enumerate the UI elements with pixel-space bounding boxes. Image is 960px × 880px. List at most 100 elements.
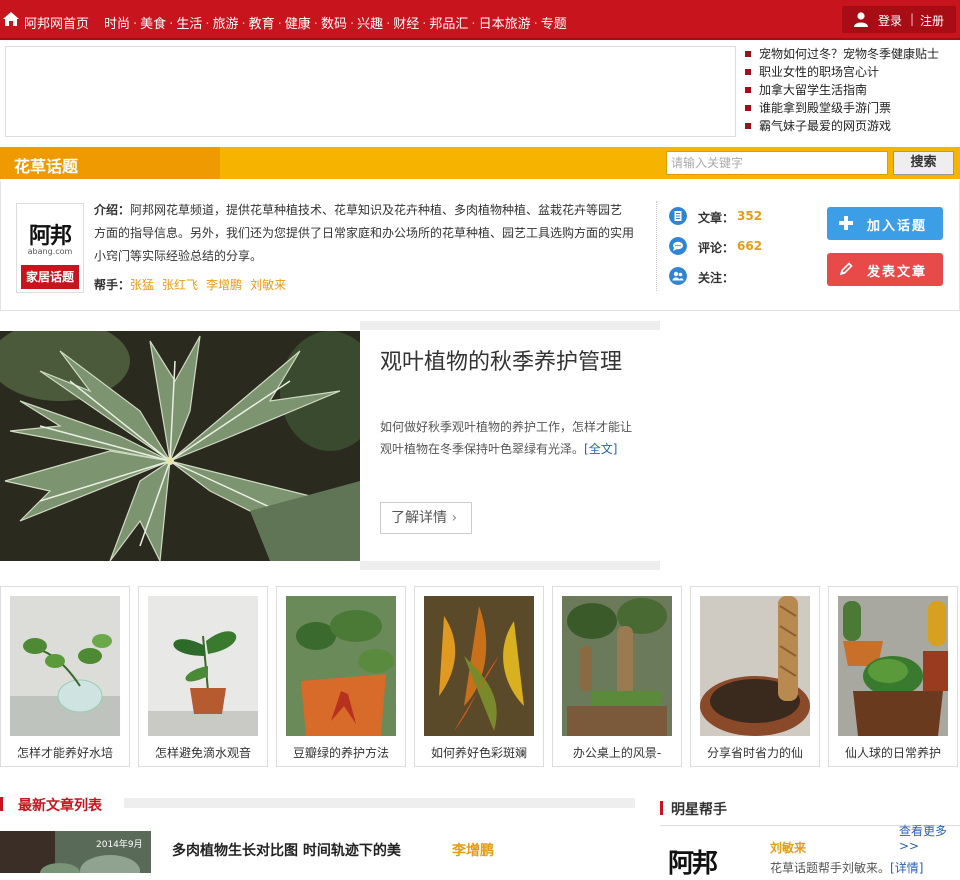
headline-link[interactable]: 宠物如何过冬？宠物冬季健康贴士 [759, 47, 939, 61]
account-box: 登录 | 注册 [842, 6, 956, 33]
nav-separator: · [133, 17, 138, 32]
nav-separator: · [313, 17, 318, 32]
logo-domain: abang.com [27, 247, 73, 256]
nav-separator: · [471, 17, 476, 32]
comment-icon [669, 237, 687, 255]
nav-item[interactable]: 生活 [176, 17, 202, 32]
intro-label: 介绍： [94, 203, 131, 217]
thumbnail-image [700, 596, 810, 736]
headline-list: 宠物如何过冬？宠物冬季健康贴士 职业女性的职场宫心计 加拿大留学生活指南谁能拿到殿堂… [745, 45, 957, 135]
headline-item[interactable]: 谁能拿到殿堂级手游门票 [745, 99, 957, 117]
leaf-illustration [0, 331, 360, 561]
headline-item[interactable]: 宠物如何过冬？宠物冬季健康贴士 [745, 45, 957, 63]
helper-avatar-logo[interactable]: 阿邦 [668, 843, 718, 880]
full-text-link[interactable]: [全文] [584, 442, 617, 456]
thumbnail-card[interactable]: 豆瓣绿的养护方法 [276, 586, 406, 767]
star-helpers-header: 明星帮手 [660, 798, 960, 820]
helpers-list: 帮手：张猛 张红飞 李增鹏 刘敏来 [94, 276, 286, 293]
topic-logo: 阿邦 abang.com 家居话题 [16, 203, 84, 293]
stat-follow-label: 关注： [698, 271, 735, 285]
post-article-button[interactable]: 发表文章 [827, 253, 943, 286]
headline-link[interactable]: 谁能拿到殿堂级手游门票 [759, 101, 891, 115]
headline-link[interactable]: 职业女性的职场宫心计 [759, 65, 879, 79]
square-bullet-icon [745, 87, 751, 93]
intro-body: 阿邦网花草频道，提供花草种植技术、花草知识及花卉种植、多肉植物种植、盆栽花卉等园… [94, 203, 635, 263]
helper-link[interactable]: 张猛 [130, 278, 154, 292]
headline-item[interactable]: 加拿大留学生活指南 [745, 81, 957, 99]
thumbnail-image [562, 596, 672, 736]
thumbnail-caption: 豆瓣绿的养护方法 [292, 746, 389, 760]
thumbnail-caption: 如何养好色彩斑斓 [430, 746, 527, 760]
nav-item[interactable]: 健康 [285, 17, 311, 32]
nav-item[interactable]: 时尚 [104, 17, 130, 32]
logo-text: 阿邦 [28, 224, 72, 249]
thumbnail-card[interactable]: 怎样才能养好水培 [0, 586, 130, 767]
helper-description: 花草话题帮手刘敏来。[详情] [770, 859, 923, 876]
learn-more-button[interactable]: 了解详情 › [380, 502, 472, 534]
helper-name-link[interactable]: 刘敏来 [770, 839, 806, 856]
article-thumbnail[interactable]: 2014年9月 [0, 831, 151, 873]
nav-separator: · [533, 17, 538, 32]
stat-comments-value: 662 [737, 239, 763, 253]
login-link[interactable]: 登录 [878, 12, 902, 29]
search-button[interactable]: 搜索 [893, 151, 954, 175]
feature-title[interactable]: 观叶植物的秋季养护管理 [380, 348, 640, 378]
register-link[interactable]: 注册 [920, 12, 944, 29]
helper-link[interactable]: 刘敏来 [250, 278, 286, 292]
learn-more-label: 了解详情 [391, 510, 447, 526]
headline-link[interactable]: 加拿大留学生活指南 [759, 83, 867, 97]
stats-divider [656, 201, 657, 291]
thumbnail-image [10, 596, 120, 736]
join-topic-button[interactable]: 加入话题 [827, 207, 943, 240]
nav-separator: · [205, 17, 210, 32]
stat-comments-label: 评论： [698, 241, 735, 255]
thumbnail-caption: 分享省时省力的仙 [706, 746, 803, 760]
logo-badge: 家居话题 [21, 265, 79, 289]
nav-item[interactable]: 日本旅游 [479, 17, 531, 32]
topic-bar: 花草话题 搜索 [0, 147, 960, 179]
nav-item[interactable]: 兴趣 [357, 17, 383, 32]
article-author-link[interactable]: 李增鹏 [452, 840, 494, 860]
plus-icon [839, 216, 853, 230]
article-title-link[interactable]: 多肉植物生长对比图 时间轨迹下的美 [172, 840, 401, 860]
chevron-right-icon: › [451, 510, 458, 526]
thumbnail-card[interactable]: 分享省时省力的仙 [690, 586, 820, 767]
thumbnail-card[interactable]: 怎样避免滴水观音 [138, 586, 268, 767]
headline-item[interactable]: 霸气妹子最爱的网页游戏 [745, 117, 957, 135]
helper-link[interactable]: 李增鹏 [206, 278, 242, 292]
thumbnail-image [286, 596, 396, 736]
star-helpers-title: 明星帮手 [671, 802, 727, 818]
feature-description: 如何做好秋季观叶植物的养护工作，怎样才能让观叶植物在冬季保持叶色翠绿有光泽。[全… [380, 416, 642, 460]
nav-item[interactable]: 财经 [393, 17, 419, 32]
thumbnail-caption: 办公桌上的风景- [572, 746, 662, 760]
feature-image[interactable] [0, 331, 360, 561]
nav-separator: · [277, 17, 282, 32]
headline-link[interactable]: 霸气妹子最爱的网页游戏 [759, 119, 891, 133]
thumbnail-caption: 怎样避免滴水观音 [154, 746, 251, 760]
nav-item[interactable]: 教育 [249, 17, 275, 32]
thumbnail-caption: 仙人球的日常养护 [844, 746, 941, 760]
thumbnail-image [148, 596, 258, 736]
nav-separator: · [169, 17, 174, 32]
nav-item[interactable]: 美食 [140, 17, 166, 32]
thumbnail-card[interactable]: 仙人球的日常养护 [828, 586, 958, 767]
nav-item[interactable]: 邦品汇 [429, 17, 468, 32]
document-icon [669, 207, 687, 225]
square-bullet-icon [745, 51, 751, 57]
home-icon[interactable] [2, 11, 20, 27]
view-more-link[interactable]: 查看更多>> [899, 822, 960, 853]
headline-item[interactable]: 职业女性的职场宫心计 [745, 63, 957, 81]
nav-home-link[interactable]: 阿邦网首页 [24, 13, 89, 32]
nav-item[interactable]: 数码 [321, 17, 347, 32]
nav-item[interactable]: 专题 [541, 17, 567, 32]
search-input[interactable] [666, 151, 888, 175]
stat-articles-label: 文章： [698, 211, 735, 225]
thumbnail-card[interactable]: 如何养好色彩斑斓 [414, 586, 544, 767]
helper-link[interactable]: 张红飞 [162, 278, 198, 292]
nav-separator: · [241, 17, 246, 32]
thumbnail-card[interactable]: 办公桌上的风景- [552, 586, 682, 767]
nav-item[interactable]: 旅游 [212, 17, 238, 32]
latest-articles-header: 最新文章列表 [0, 793, 635, 815]
join-topic-label: 加入话题 [867, 219, 928, 234]
feature-bottom-divider [360, 561, 660, 570]
